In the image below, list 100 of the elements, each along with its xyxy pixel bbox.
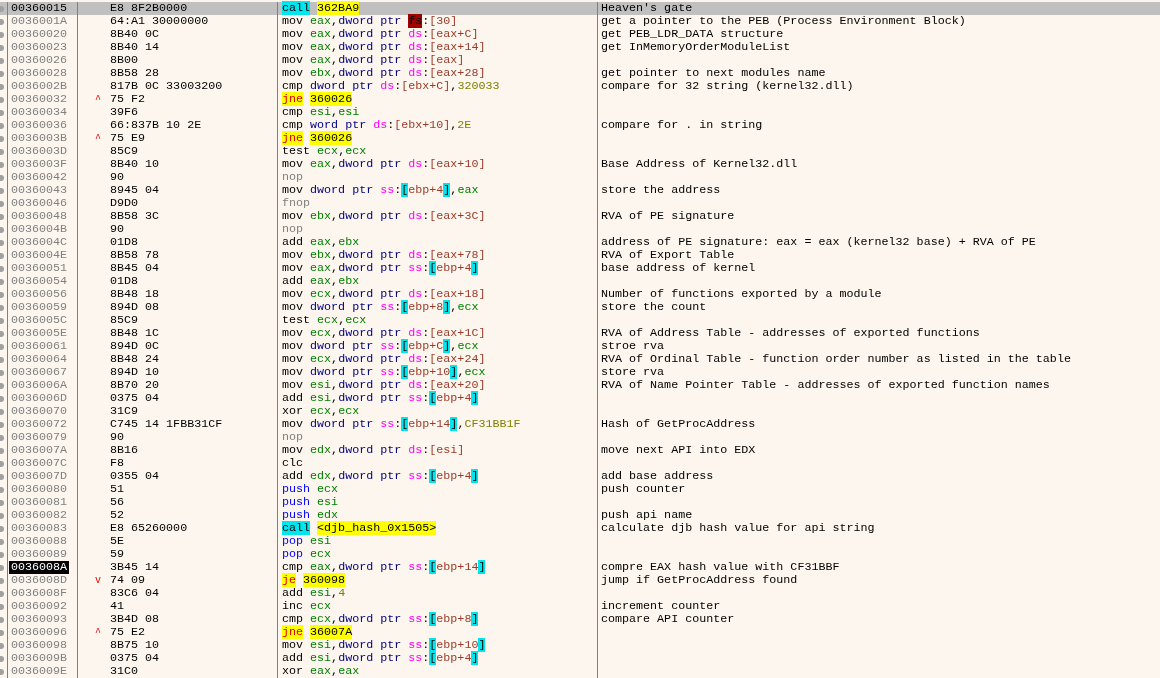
address-text: 00360023 xyxy=(10,41,69,54)
bytes-text: 85C9 xyxy=(110,145,139,158)
instruction-text: nop xyxy=(282,431,304,444)
disassembly-row[interactable]: 00360028 8B58 28 mov ebx,dword ptr ds:[eax+28] get pointer to next modules name xyxy=(0,67,1160,80)
comment-text: move next API into EDX xyxy=(601,443,756,457)
instruction-text: clc xyxy=(282,457,304,470)
comment-text: add base address xyxy=(601,469,714,483)
instruction-text: mov dword ptr ss:[ebp+8],ecx xyxy=(282,301,479,314)
comment-text: compare for 32 string (kernel32.dll) xyxy=(601,79,854,93)
address-text: 0036005E xyxy=(10,327,69,340)
disassembly-row[interactable]: 0036009B 0375 04 add esi,dword ptr ss:[ebp+4] xyxy=(0,652,1160,665)
comment-text: push counter xyxy=(601,482,686,496)
address-text: 00360054 xyxy=(10,275,69,288)
disassembly-row[interactable]: 00360083 E8 65260000 call <djb_hash_0x1505> calculate djb hash value for api string xyxy=(0,522,1160,535)
address-text: 00360089 xyxy=(10,548,69,561)
disassembly-row[interactable]: 00360034 39F6 cmp esi,esi xyxy=(0,106,1160,119)
disassembly-row[interactable]: 00360088 5E pop esi xyxy=(0,535,1160,548)
disassembly-row[interactable]: 00360079 90 nop xyxy=(0,431,1160,444)
disassembly-row[interactable]: 00360032 ^ 75 F2 jne 360026 xyxy=(0,93,1160,106)
address-text: 00360034 xyxy=(10,106,69,119)
address-text: 00360046 xyxy=(10,197,69,210)
disassembly-row[interactable]: 0036003B ^ 75 E9 jne 360026 xyxy=(0,132,1160,145)
instruction-text: mov edx,dword ptr ds:[esi] xyxy=(282,444,465,457)
bytes-text: 83C6 04 xyxy=(110,587,160,600)
bytes-text: 8B58 78 xyxy=(110,249,160,262)
disassembly-row[interactable]: 0036009E 31C0 xor eax,eax xyxy=(0,665,1160,678)
instruction-text: mov eax,dword ptr fs:[30] xyxy=(282,15,458,28)
instruction-text: mov ebx,dword ptr ds:[eax+28] xyxy=(282,67,486,80)
disassembly-row[interactable]: 0036003F 8B40 10 mov eax,dword ptr ds:[eax+10] Base Address of Kernel32.dll xyxy=(0,158,1160,171)
disassembly-row[interactable]: 00360059 894D 08 mov dword ptr ss:[ebp+8],ecx store the count xyxy=(0,301,1160,314)
disassembly-row[interactable]: 0036006D 0375 04 add esi,dword ptr ss:[ebp+4] xyxy=(0,392,1160,405)
disassembly-row[interactable]: 0036007A 8B16 mov edx,dword ptr ds:[esi] move next API into EDX xyxy=(0,444,1160,457)
comment-text: compare for . in string xyxy=(601,118,763,132)
bytes-text: 8B75 10 xyxy=(110,639,160,652)
comment-text: stroe rva xyxy=(601,339,665,353)
comment-text: push api name xyxy=(601,508,693,522)
disassembly-row[interactable]: 00360072 C745 14 1FBB31CF mov dword ptr ss:[ebp+14],CF31BB1F Hash of GetProcAddress xyxy=(0,418,1160,431)
bytes-text: 8B58 28 xyxy=(110,67,160,80)
bytes-text: 90 xyxy=(110,171,125,184)
disassembly-row[interactable]: 00360096 ^ 75 E2 jne 36007A xyxy=(0,626,1160,639)
instruction-text: push esi xyxy=(282,496,339,509)
disassembly-row[interactable]: 0036005C 85C9 test ecx,ecx xyxy=(0,314,1160,327)
bytes-text: 894D 08 xyxy=(110,301,160,314)
address-text: 00360026 xyxy=(10,54,69,67)
disassembly-row[interactable]: 00360080 51 push ecx push counter xyxy=(0,483,1160,496)
comment-text: Heaven's gate xyxy=(601,1,693,15)
disassembly-row[interactable]: 00360046 D9D0 fnop xyxy=(0,197,1160,210)
address-text: 0036009B xyxy=(10,652,69,665)
disassembly-row[interactable]: 00360054 01D8 add eax,ebx xyxy=(0,275,1160,288)
disassembly-row[interactable]: 00360067 894D 10 mov dword ptr ss:[ebp+10],ecx store rva xyxy=(0,366,1160,379)
bytes-text: 894D 0C xyxy=(110,340,160,353)
disassembly-row[interactable]: 0036008D v 74 09 je 360098 jump if GetProcAddress found xyxy=(0,574,1160,587)
disassembly-row[interactable]: 0036001A 64:A1 30000000 mov eax,dword ptr fs:[30] get a pointer to the PEB (Process Environment Block) xyxy=(0,15,1160,28)
disassembly-row[interactable]: 00360026 8B00 mov eax,dword ptr ds:[eax] xyxy=(0,54,1160,67)
disassembly-row[interactable]: 0036007D 0355 04 add edx,dword ptr ss:[ebp+4] add base address xyxy=(0,470,1160,483)
bytes-text: 90 xyxy=(110,223,125,236)
disassembly-row[interactable]: 0036008F 83C6 04 add esi,4 xyxy=(0,587,1160,600)
bytes-text: 8B58 3C xyxy=(110,210,160,223)
instruction-text: call <djb_hash_0x1505> xyxy=(282,522,437,535)
address-text: 00360051 xyxy=(10,262,69,275)
bytes-text: 3B45 14 xyxy=(110,561,160,574)
disassembly-row[interactable]: 00360048 8B58 3C mov ebx,dword ptr ds:[eax+3C] RVA of PE signature xyxy=(0,210,1160,223)
disassembly-row[interactable]: 00360081 56 push esi xyxy=(0,496,1160,509)
bytes-text: 39F6 xyxy=(110,106,139,119)
disassembly-row[interactable]: 00360051 8B45 04 mov eax,dword ptr ss:[ebp+4] base address of kernel xyxy=(0,262,1160,275)
bytes-text: 8B00 xyxy=(110,54,139,67)
comment-text: Base Address of Kernel32.dll xyxy=(601,157,798,171)
bytes-text: 75 E9 xyxy=(110,132,146,145)
comment-text: RVA of Address Table - addresses of exported functions xyxy=(601,326,980,340)
address-text: 00360048 xyxy=(10,210,69,223)
instruction-text: mov ecx,dword ptr ds:[eax+18] xyxy=(282,288,486,301)
address-text: 0036007A xyxy=(10,444,69,457)
bytes-text: 90 xyxy=(110,431,125,444)
disassembly-row[interactable]: 0036003D 85C9 test ecx,ecx xyxy=(0,145,1160,158)
comment-text: jump if GetProcAddress found xyxy=(601,573,798,587)
address-text: 0036008D xyxy=(10,574,69,587)
address-text: 0036006A xyxy=(10,379,69,392)
disassembly-row[interactable]: 00360015 E8 8F2B0000 call 362BA9 Heaven's gate xyxy=(0,2,1160,15)
disassembly-row[interactable]: 0036004B 90 nop xyxy=(0,223,1160,236)
disassembly-row[interactable]: 0036004C 01D8 add eax,ebx address of PE signature: eax = eax (kernel32 base) + RVA of PE xyxy=(0,236,1160,249)
instruction-text: cmp esi,esi xyxy=(282,106,360,119)
instruction-text: jne 36007A xyxy=(282,626,353,639)
disassembly-row[interactable]: 00360061 894D 0C mov dword ptr ss:[ebp+C],ecx stroe rva xyxy=(0,340,1160,353)
comment-text: store the count xyxy=(601,300,707,314)
bytes-text: 31C9 xyxy=(110,405,139,418)
comment-text: calculate djb hash value for api string xyxy=(601,521,875,535)
address-text: 00360096 xyxy=(10,626,69,639)
disassembly-row[interactable]: 00360023 8B40 14 mov eax,dword ptr ds:[eax+14] get InMemoryOrderModuleList xyxy=(0,41,1160,54)
address-text: 0036003F xyxy=(10,158,69,171)
disassembly-row[interactable]: 00360043 8945 04 mov dword ptr ss:[ebp+4],eax store the address xyxy=(0,184,1160,197)
address-text: 00360083 xyxy=(10,522,69,535)
bytes-text: 8B16 xyxy=(110,444,139,457)
instruction-text: mov ebx,dword ptr ds:[eax+78] xyxy=(282,249,486,262)
bytes-text: 8B70 20 xyxy=(110,379,160,392)
bytes-text: C745 14 1FBB31CF xyxy=(110,418,223,431)
address-text: 00360080 xyxy=(10,483,69,496)
bytes-text: 8B45 04 xyxy=(110,262,160,275)
disassembly-row[interactable]: 00360020 8B40 0C mov eax,dword ptr ds:[eax+C] get PEB_LDR_DATA structure xyxy=(0,28,1160,41)
comment-text: store rva xyxy=(601,365,665,379)
instruction-text: test ecx,ecx xyxy=(282,314,367,327)
